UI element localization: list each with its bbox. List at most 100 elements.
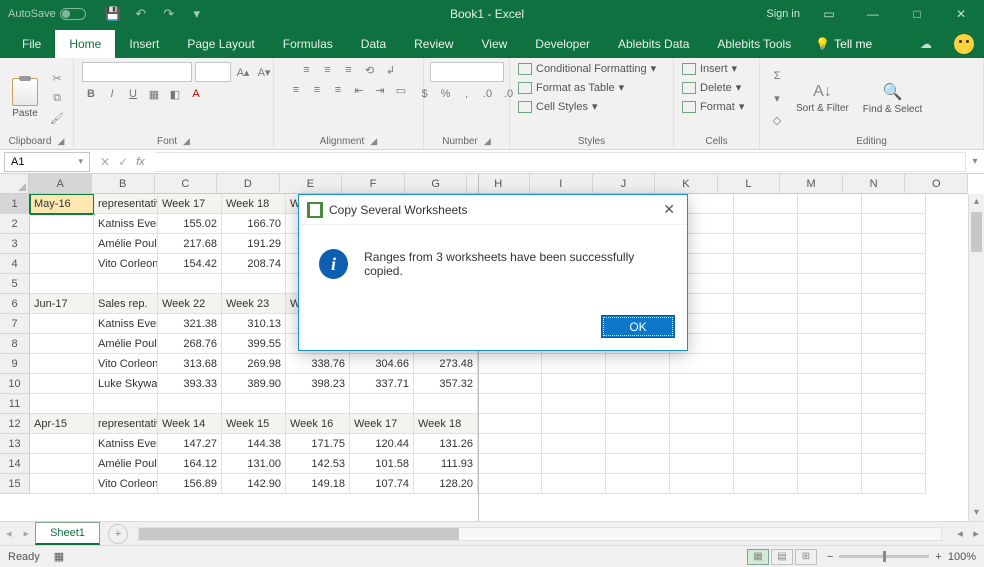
cell[interactable] [798,474,862,494]
align-top-icon[interactable]: ≡ [298,62,316,78]
number-launcher-icon[interactable]: ◢ [484,136,491,147]
cell[interactable]: May-16 [30,194,94,214]
cell[interactable]: 273.48 [414,354,478,374]
cell[interactable]: 268.76 [158,334,222,354]
cell[interactable] [30,314,94,334]
cell[interactable] [414,394,478,414]
cell[interactable]: 147.27 [158,434,222,454]
cell[interactable]: 111.93 [414,454,478,474]
zoom-slider[interactable] [839,555,929,558]
cell[interactable] [734,194,798,214]
align-right-icon[interactable]: ≡ [329,82,347,98]
align-left-icon[interactable]: ≡ [287,82,305,98]
cell[interactable] [862,274,926,294]
cell[interactable]: representative [94,194,158,214]
font-size-input[interactable] [195,62,231,82]
row-header[interactable]: 15 [0,474,30,494]
cell[interactable] [606,454,670,474]
cell[interactable] [30,374,94,394]
column-header[interactable]: B [92,174,155,193]
border-icon[interactable]: ▦ [145,86,163,102]
cell[interactable]: 304.66 [350,354,414,374]
cell[interactable]: Week 16 [286,414,350,434]
cell[interactable] [734,414,798,434]
cell[interactable]: 144.38 [222,434,286,454]
column-header[interactable]: F [342,174,405,193]
sheet-tab-sheet1[interactable]: Sheet1 [35,522,100,545]
percent-icon[interactable]: % [437,86,455,102]
column-header[interactable]: M [780,174,843,193]
cell[interactable] [862,454,926,474]
cell[interactable] [350,394,414,414]
comma-icon[interactable]: , [458,86,476,102]
qat-dropdown-icon[interactable]: ▾ [188,6,206,22]
hscroll-thumb[interactable] [139,528,459,540]
cell[interactable]: 389.90 [222,374,286,394]
cell[interactable] [734,394,798,414]
cell[interactable]: 154.42 [158,254,222,274]
font-color-icon[interactable]: A [187,86,205,102]
cell[interactable] [478,434,542,454]
cell[interactable] [606,434,670,454]
cell[interactable] [478,474,542,494]
cell[interactable] [30,354,94,374]
cell[interactable] [798,254,862,274]
name-box-dropdown-icon[interactable]: ▾ [78,156,83,167]
cell[interactable] [862,394,926,414]
tell-me[interactable]: 💡 Tell me [805,30,882,58]
cell[interactable]: Week 17 [158,194,222,214]
row-header[interactable]: 4 [0,254,30,274]
cell[interactable]: Week 17 [350,414,414,434]
cell[interactable] [798,314,862,334]
cell[interactable]: 208.74 [222,254,286,274]
tab-ablebits-tools[interactable]: Ablebits Tools [703,30,805,58]
scroll-down-icon[interactable]: ▾ [969,505,984,521]
hscroll-right-icon[interactable]: ▸ [968,527,984,540]
zoom-out-button[interactable]: − [827,551,833,563]
row-header[interactable]: 11 [0,394,30,414]
tab-insert[interactable]: Insert [115,30,173,58]
cell[interactable] [670,414,734,434]
column-header[interactable]: O [905,174,968,193]
row-header[interactable]: 8 [0,334,30,354]
cell[interactable]: 155.02 [158,214,222,234]
maximize-icon[interactable]: □ [902,7,932,21]
row-header[interactable]: 6 [0,294,30,314]
underline-button[interactable]: U [124,86,142,102]
fill-icon[interactable]: ▾ [768,90,786,106]
scroll-thumb[interactable] [971,212,982,252]
format-as-table-button[interactable]: Format as Table ▾ [518,81,624,94]
cell[interactable]: 107.74 [350,474,414,494]
tab-file[interactable]: File [8,30,55,58]
cell[interactable]: 120.44 [350,434,414,454]
cell[interactable]: Vito Corleone [94,474,158,494]
cell[interactable] [670,454,734,474]
cell[interactable] [798,354,862,374]
cell[interactable]: Week 14 [158,414,222,434]
cell[interactable] [734,374,798,394]
align-middle-icon[interactable]: ≡ [319,62,337,78]
cell[interactable]: Week 18 [222,194,286,214]
cell[interactable] [670,354,734,374]
cell[interactable]: Amélie Poulain [94,234,158,254]
tab-developer[interactable]: Developer [521,30,604,58]
cell[interactable]: 398.23 [286,374,350,394]
font-launcher-icon[interactable]: ◢ [183,136,190,147]
cell[interactable] [542,374,606,394]
cell[interactable]: Vito Corleone [94,354,158,374]
cell[interactable] [734,474,798,494]
tab-view[interactable]: View [468,30,522,58]
cell[interactable] [798,434,862,454]
cell[interactable] [30,434,94,454]
dialog-ok-button[interactable]: OK [601,315,675,338]
cell[interactable]: 357.32 [414,374,478,394]
cell[interactable] [670,434,734,454]
cell[interactable] [222,274,286,294]
page-layout-view-button[interactable]: ▤ [771,549,793,565]
cell[interactable]: 171.75 [286,434,350,454]
row-header[interactable]: 13 [0,434,30,454]
cell[interactable] [478,454,542,474]
cell[interactable]: Jun-17 [30,294,94,314]
cell[interactable] [862,434,926,454]
cell[interactable] [30,474,94,494]
